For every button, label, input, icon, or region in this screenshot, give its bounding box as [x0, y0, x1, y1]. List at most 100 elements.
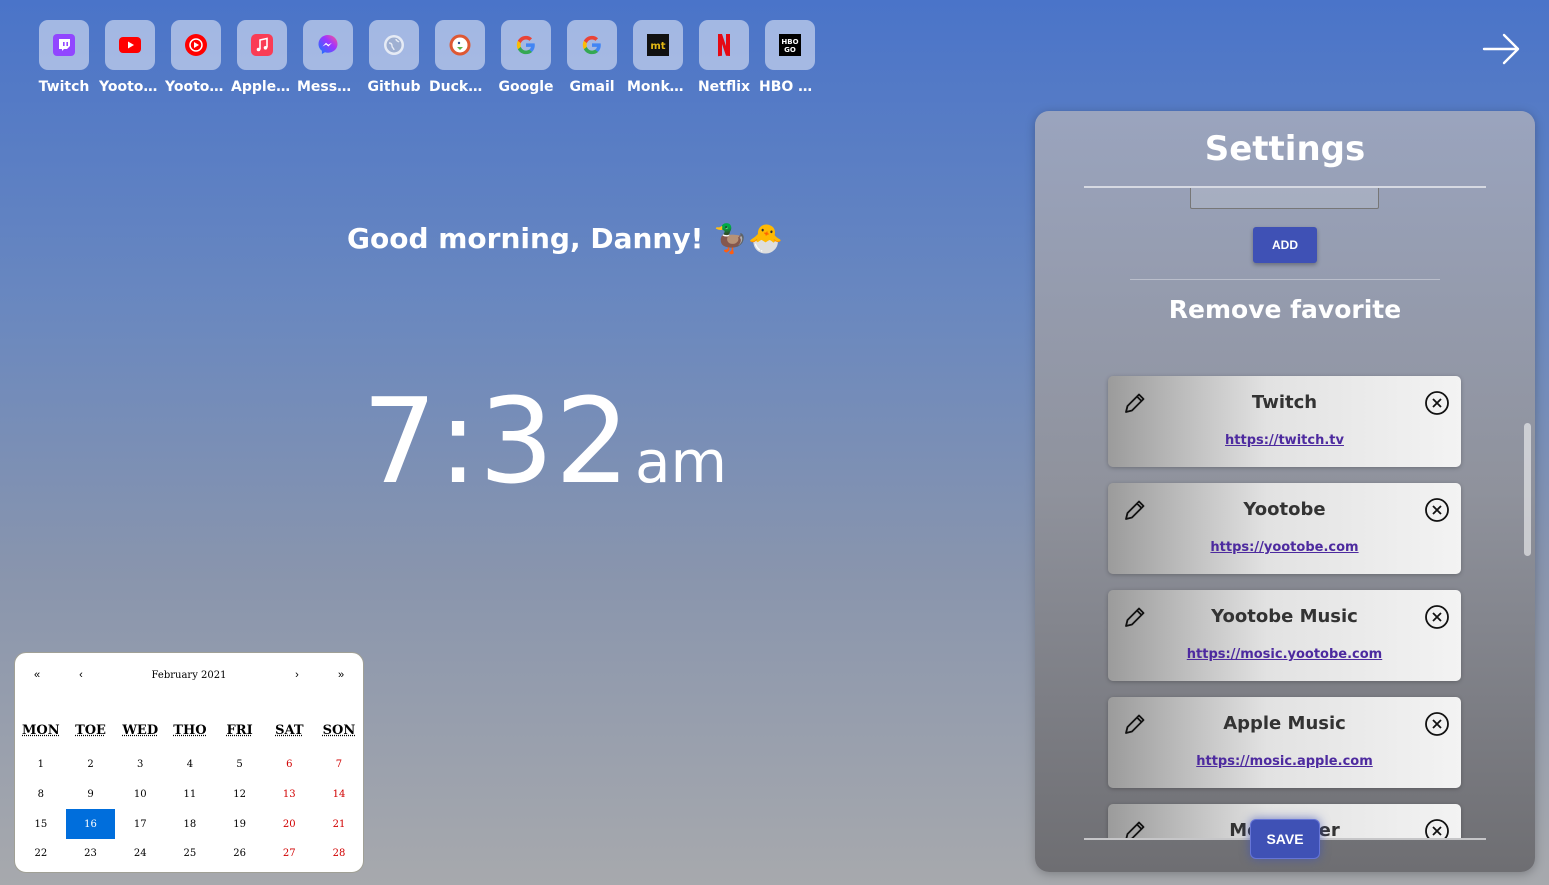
settings-scroll-area[interactable]: ADD Remove favorite Twitch https://twitc… [1035, 188, 1535, 838]
calendar-day[interactable]: 4 [165, 750, 215, 780]
favorite-hbo-go[interactable]: HBO GO HBO GO [757, 20, 823, 95]
calendar-navigation: « ‹ February 2021 › » [15, 653, 363, 697]
calendar-day[interactable]: 25 [165, 839, 215, 869]
globe-icon [384, 35, 404, 55]
messenger-icon [318, 35, 338, 54]
favorite-label: Github [367, 79, 421, 95]
calendar-days: 1 2 3 4 5 6 7 8 9 10 11 12 13 14 15 16 1… [15, 750, 363, 869]
calendar-day[interactable]: 2 [66, 750, 116, 780]
close-circle-icon[interactable] [1424, 818, 1450, 838]
favorite-tile[interactable] [435, 20, 485, 70]
favorite-url-link[interactable]: https://mosic.yootobe.com [1108, 647, 1461, 662]
favorite-twitch[interactable]: Twitch [31, 20, 97, 95]
favorite-google[interactable]: Google [493, 20, 559, 95]
favorite-name: Apple Music [1223, 713, 1346, 734]
calendar-day[interactable]: 28 [314, 839, 364, 869]
calendar-day[interactable]: 15 [16, 809, 66, 839]
favorite-label: Yootobe Music [165, 79, 227, 95]
calendar-day[interactable]: 5 [215, 750, 265, 780]
favorite-tile[interactable] [303, 20, 353, 70]
settings-panel: Settings ADD Remove favorite Twitch http… [1035, 111, 1535, 872]
favorites-bar: Twitch Yootobe Yootobe Music Apple Music… [31, 20, 823, 95]
twitch-icon [53, 34, 75, 56]
next-month-button[interactable]: › [275, 653, 319, 697]
calendar-month-label[interactable]: February 2021 [103, 670, 275, 681]
calendar: « ‹ February 2021 › » MON TOE WED THO FR… [14, 652, 364, 873]
calendar-day[interactable]: 27 [264, 839, 314, 869]
favorite-tile[interactable] [171, 20, 221, 70]
favorite-tile[interactable]: HBO GO [765, 20, 815, 70]
close-circle-icon[interactable] [1424, 390, 1450, 416]
calendar-day[interactable]: 14 [314, 780, 364, 810]
favorite-url-link[interactable]: https://yootobe.com [1108, 540, 1461, 555]
settings-scrollbar[interactable] [1524, 423, 1531, 556]
prev-month-button[interactable]: ‹ [59, 653, 103, 697]
clock-ampm: am [634, 428, 728, 496]
save-button[interactable]: SAVE [1250, 819, 1320, 859]
favorite-tile[interactable] [237, 20, 287, 70]
calendar-day[interactable]: 17 [115, 809, 165, 839]
google-icon [582, 35, 601, 55]
arrow-right-icon[interactable] [1482, 32, 1522, 66]
favorite-label: Google [498, 79, 554, 95]
close-circle-icon[interactable] [1424, 711, 1450, 737]
favorite-tile[interactable]: mt [633, 20, 683, 70]
favorite-label: Gmail [569, 79, 615, 95]
favorite-name: Yootobe [1243, 499, 1326, 520]
favorite-gmail[interactable]: Gmail [559, 20, 625, 95]
favorite-tile[interactable] [105, 20, 155, 70]
divider [1130, 279, 1440, 280]
calendar-day[interactable]: 20 [264, 809, 314, 839]
apple-music-icon [251, 34, 273, 56]
calendar-day[interactable]: 18 [165, 809, 215, 839]
calendar-day[interactable]: 12 [215, 780, 265, 810]
add-favorite-button[interactable]: ADD [1253, 227, 1317, 263]
youtube-music-icon [185, 34, 207, 56]
calendar-day[interactable]: 19 [215, 809, 265, 839]
favorite-tile[interactable] [369, 20, 419, 70]
prev-year-button[interactable]: « [15, 653, 59, 697]
favorite-card: Yootobe Music https://mosic.yootobe.com [1108, 590, 1461, 681]
favorite-netflix[interactable]: Netflix [691, 20, 757, 95]
favorite-tile[interactable] [567, 20, 617, 70]
calendar-day[interactable]: 3 [115, 750, 165, 780]
greeting: Good morning, Danny! 🦆🐣 [347, 222, 783, 255]
favorite-github[interactable]: Github [361, 20, 427, 95]
favorite-tile[interactable] [699, 20, 749, 70]
calendar-day[interactable]: 22 [16, 839, 66, 869]
close-circle-icon[interactable] [1424, 604, 1450, 630]
calendar-day[interactable]: 1 [16, 750, 66, 780]
favorite-yootobe[interactable]: Yootobe [97, 20, 163, 95]
calendar-day-selected[interactable]: 16 [65, 809, 116, 840]
favorite-url-input[interactable] [1190, 188, 1379, 209]
favorite-duckduckgo[interactable]: DuckDuckGo [427, 20, 493, 95]
calendar-day[interactable]: 7 [314, 750, 364, 780]
favorite-monkeytype[interactable]: mt Monkeytype [625, 20, 691, 95]
calendar-day[interactable]: 23 [66, 839, 116, 869]
favorite-tile[interactable] [501, 20, 551, 70]
favorite-yootobe-music[interactable]: Yootobe Music [163, 20, 229, 95]
favorite-apple-music[interactable]: Apple Music [229, 20, 295, 95]
calendar-day[interactable]: 26 [215, 839, 265, 869]
google-icon [516, 35, 535, 55]
calendar-day[interactable]: 13 [264, 780, 314, 810]
calendar-day[interactable]: 6 [264, 750, 314, 780]
favorite-messenger[interactable]: Messenger [295, 20, 361, 95]
calendar-day[interactable]: 9 [66, 780, 116, 810]
close-circle-icon[interactable] [1424, 497, 1450, 523]
calendar-day[interactable]: 24 [115, 839, 165, 869]
favorite-url-link[interactable]: https://mosic.apple.com [1108, 754, 1461, 769]
calendar-day[interactable]: 21 [314, 809, 364, 839]
calendar-day[interactable]: 8 [16, 780, 66, 810]
favorite-tile[interactable] [39, 20, 89, 70]
weekday-label: FRI [226, 723, 253, 738]
weekday-label: MON [22, 723, 60, 738]
svg-text:mt: mt [650, 41, 665, 52]
calendar-day[interactable]: 11 [165, 780, 215, 810]
svg-text:HBO: HBO [781, 38, 798, 46]
favorite-label: DuckDuckGo [429, 79, 491, 95]
next-year-button[interactable]: » [319, 653, 363, 697]
calendar-day[interactable]: 10 [115, 780, 165, 810]
favorite-url-link[interactable]: https://twitch.tv [1108, 433, 1461, 448]
duckduckgo-icon [449, 34, 471, 56]
